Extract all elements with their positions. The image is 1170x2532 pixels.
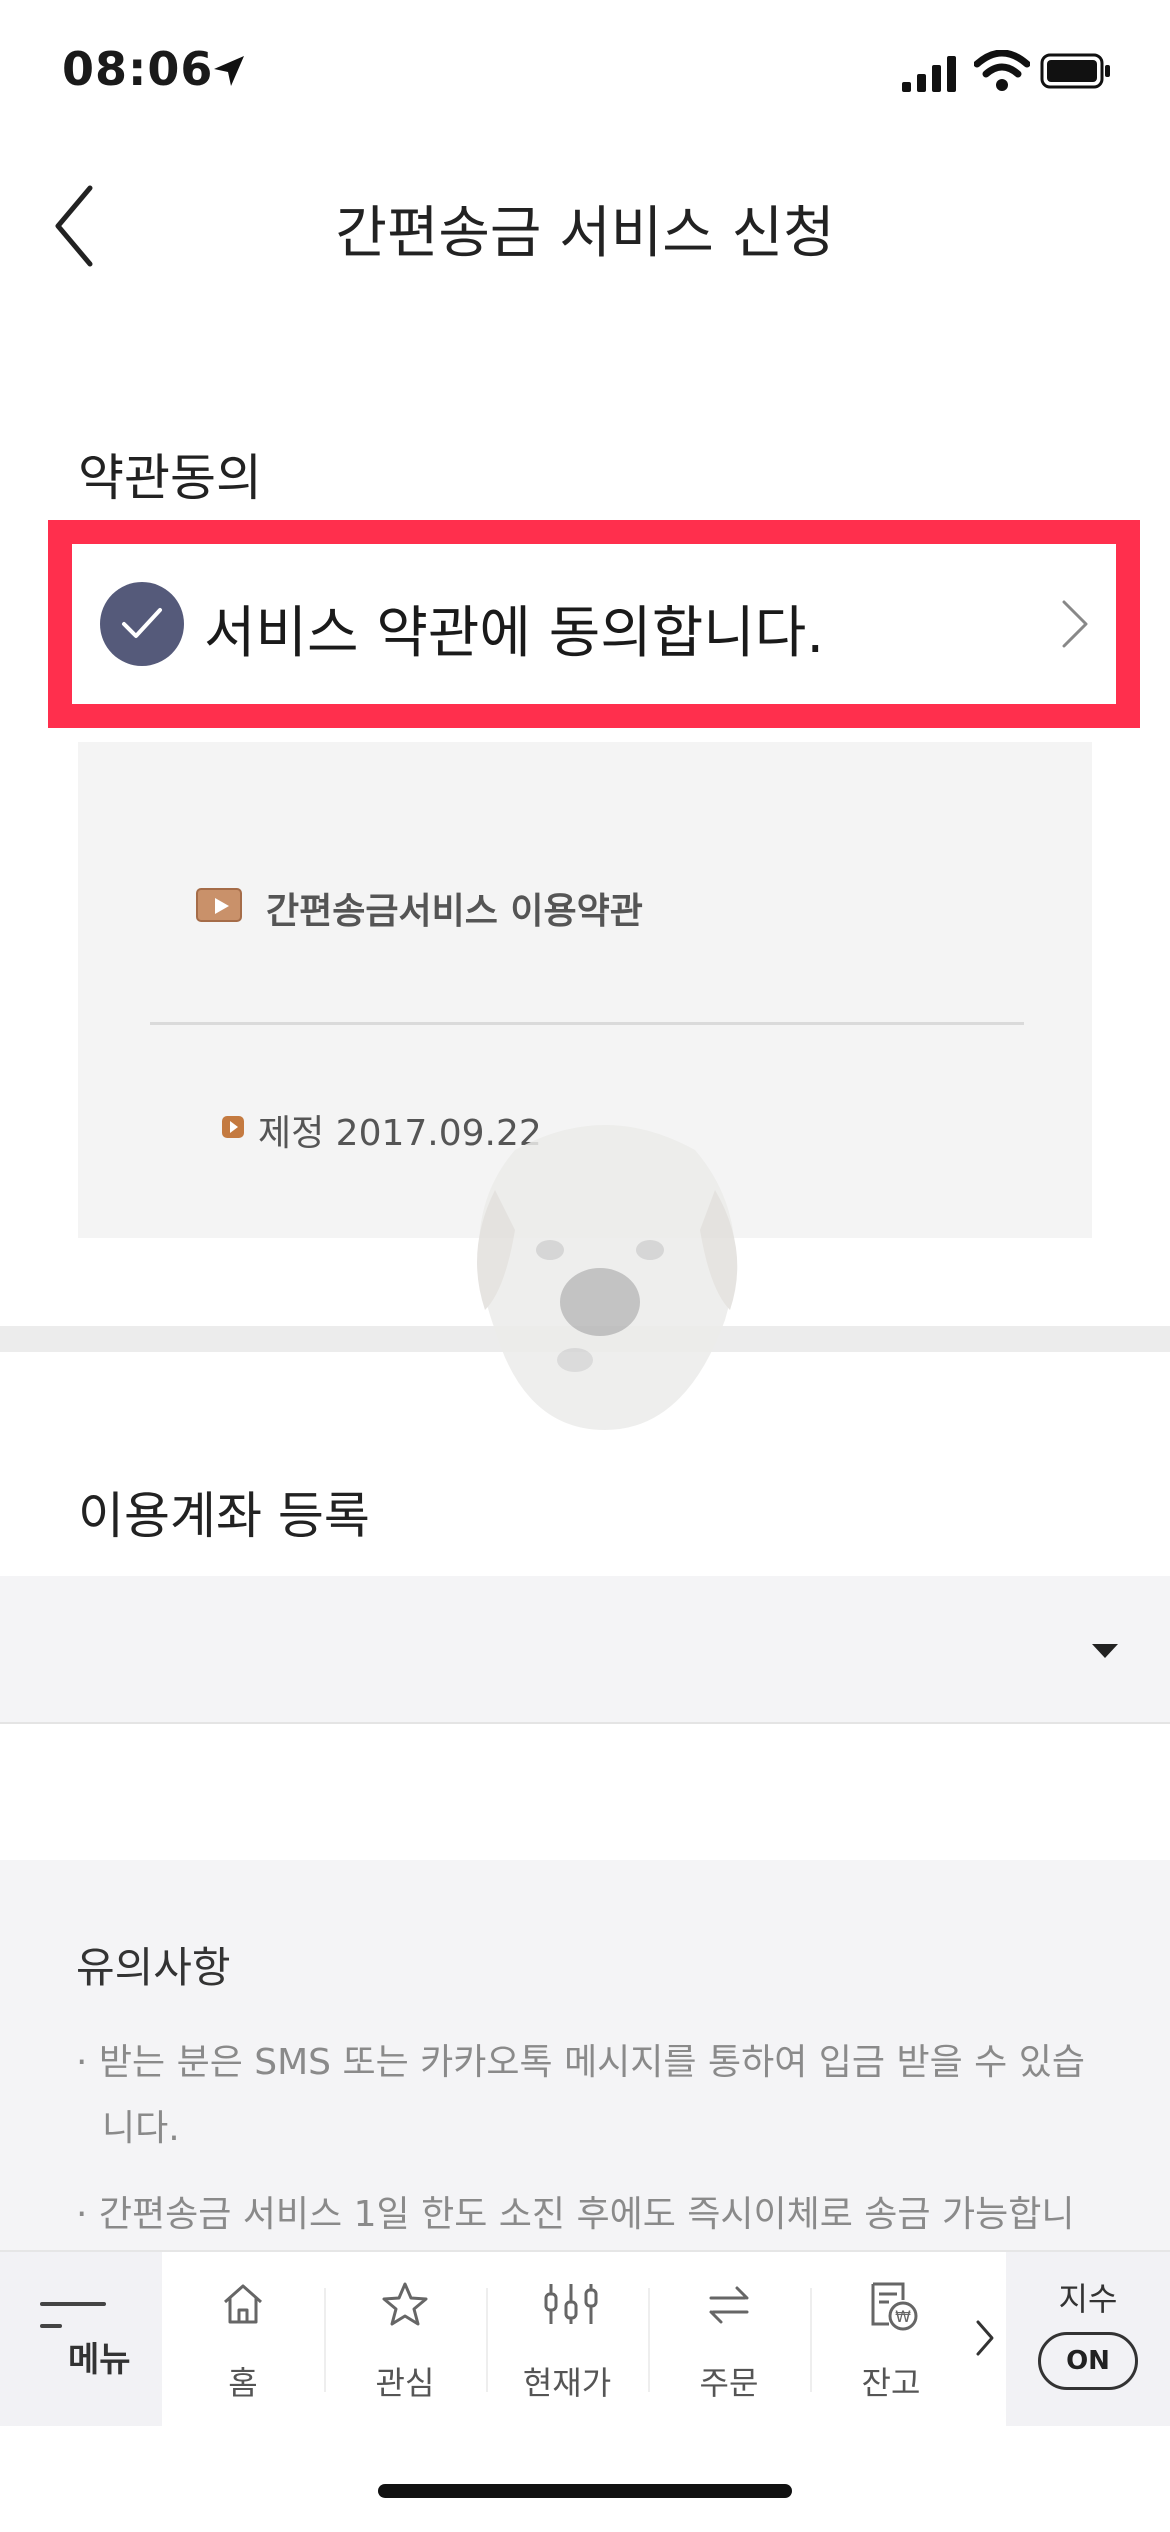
wifi-icon	[974, 50, 1030, 91]
terms-agree-row[interactable]: 서비스 약관에 동의합니다.	[48, 520, 1140, 728]
dog-watermark-image	[477, 1125, 738, 1430]
index-toggle-button[interactable]: ON	[1038, 2332, 1138, 2390]
index-panel: 지수 ON	[1006, 2252, 1170, 2426]
svg-text:₩: ₩	[895, 2307, 911, 2326]
location-arrow-icon	[214, 56, 244, 86]
tab-label: 주문	[699, 2364, 759, 2402]
agree-checkbox[interactable]	[100, 582, 184, 666]
checkmark-icon	[122, 608, 162, 638]
chevron-right-icon[interactable]	[1054, 594, 1094, 654]
home-icon	[224, 2284, 262, 2324]
bullet-play-icon	[222, 1116, 244, 1138]
tab-label: 관심	[375, 2364, 435, 2402]
page-title: 간편송금 서비스 신청	[335, 201, 835, 266]
menu-button[interactable]: 메뉴	[0, 2252, 162, 2426]
terms-section-label: 약관동의	[78, 449, 262, 507]
agree-label: 서비스 약관에 동의합니다.	[204, 601, 825, 666]
menu-label: 메뉴	[68, 2340, 131, 2380]
tab-favorites[interactable]: 관심	[324, 2252, 486, 2426]
balance-icon: ₩	[871, 2282, 918, 2331]
index-label: 지수	[1058, 2280, 1118, 2318]
tab-label: 홈	[228, 2364, 258, 2402]
battery-icon	[1040, 53, 1110, 89]
status-bar: 08:06	[0, 0, 1170, 140]
tab-order[interactable]: 주문	[648, 2252, 810, 2426]
home-indicator[interactable]	[378, 2484, 792, 2498]
divider	[150, 1022, 1024, 1025]
tab-balance[interactable]: ₩ 잔고	[810, 2252, 972, 2426]
tab-label: 현재가	[522, 2364, 612, 2402]
account-select[interactable]	[0, 1576, 1170, 1724]
status-time: 08:06	[62, 42, 214, 96]
chevron-right-icon[interactable]	[972, 2316, 998, 2360]
notice-panel: 유의사항 · 받는 분은 SMS 또는 카카오톡 메시지를 통하여 입금 받을 …	[0, 1860, 1170, 2301]
tab-current-price[interactable]: 현재가	[486, 2252, 648, 2426]
caret-down-icon	[1092, 1644, 1118, 1658]
tab-label: 잔고	[861, 2364, 921, 2402]
account-section-label: 이용계좌 등록	[78, 1487, 370, 1545]
notice-title: 유의사항	[76, 1943, 231, 1992]
terms-document-title[interactable]: 간편송금서비스 이용약관	[266, 882, 643, 934]
bottom-tab-bar: 메뉴 홈 관심 현재가 주문 ₩ 잔고 지수 ON	[0, 2250, 1170, 2426]
tab-home[interactable]: 홈	[162, 2252, 324, 2426]
exchange-icon	[709, 2286, 749, 2324]
star-icon	[382, 2282, 428, 2326]
notice-item: · 받는 분은 SMS 또는 카카오톡 메시지를 통하여 입금 받을 수 있습니…	[76, 2042, 1085, 2149]
price-chart-icon	[544, 2284, 598, 2324]
cellular-signal-icon	[902, 56, 956, 92]
play-document-icon	[196, 888, 242, 922]
